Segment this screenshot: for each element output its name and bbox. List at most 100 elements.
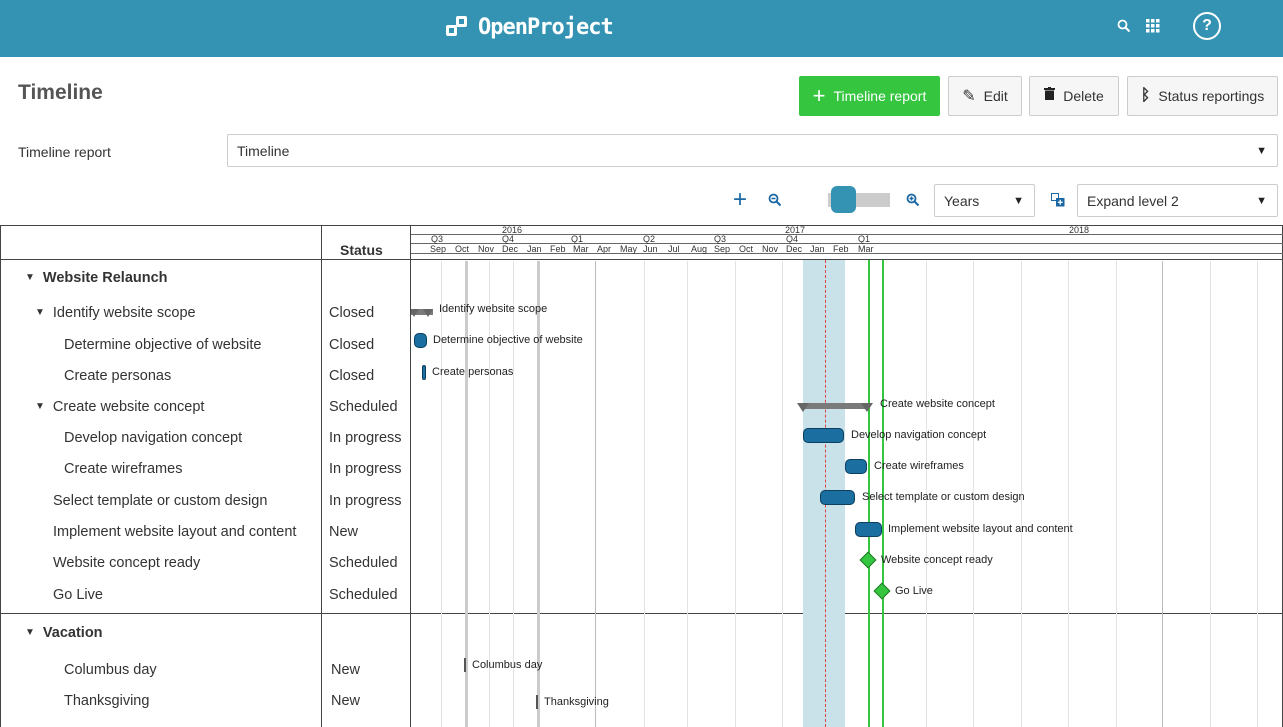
edit-button[interactable]: ✎ Edit [948,76,1022,116]
row-name: Create personas [64,367,172,384]
month-label: Dec [786,244,803,254]
group-bar-ends [411,309,433,317]
table-row[interactable]: Implement website layout and content New [0,516,410,547]
status-reporting-icon: ᛒ [1140,87,1151,104]
table-row[interactable]: Columbus day New [0,654,410,685]
zoom-scale-value: Years [944,192,980,209]
task-bar[interactable] [820,490,855,505]
collapse-triangle-icon[interactable]: ▼ [35,401,45,412]
month-label: Oct [739,244,754,254]
row-name: Determine objective of website [64,336,262,353]
quarter-label: Q4 [786,234,799,244]
event-bar[interactable] [536,695,538,709]
timeline-report-label: Timeline report [18,144,111,160]
collapse-triangle-icon[interactable]: ▼ [25,272,35,283]
quarter-label: Q2 [643,234,656,244]
help-icon[interactable]: ? [1193,12,1221,40]
row-status: Scheduled [329,398,398,415]
grid-icon[interactable] [1143,14,1163,38]
row-name: Go Live [53,586,103,603]
add-timeline-report-button[interactable]: + Timeline report [799,76,940,116]
table-row[interactable]: Thanksgiving New [0,685,410,716]
row-name: Select template or custom design [53,492,268,509]
timeline-table: Status ▼ Website Relaunch ▼ Identify websi… [0,225,1283,727]
bar-label: Columbus day [472,659,543,671]
task-bar[interactable] [855,522,882,537]
quarter-label: Q1 [858,234,871,244]
row-status: Scheduled [329,586,398,603]
quarter-label: Q3 [714,234,727,244]
row-status: Closed [329,304,375,321]
status-reportings-button[interactable]: ᛒ Status reportings [1127,76,1278,116]
top-header: OpenProject ? [0,0,1283,57]
table-row[interactable]: ▼ Identify website scope Closed [0,297,410,328]
search-icon[interactable] [1114,14,1134,38]
month-label: Sep [430,244,447,254]
bar-label: Create personas [432,366,514,378]
month-label: Jun [643,244,658,254]
status-reportings-label: Status reportings [1158,88,1265,104]
month-label: Feb [833,244,849,254]
row-status: Scheduled [329,554,398,571]
month-label: Aug [691,244,708,254]
chevron-down-icon: ▼ [1013,194,1024,207]
bar-label: Website concept ready [881,554,993,566]
task-bar[interactable] [414,333,427,348]
table-row[interactable]: Determine objective of website Closed [0,329,410,360]
zoom-scale-select[interactable]: Years ▼ [934,184,1035,217]
zoom-in-icon[interactable] [903,189,923,211]
event-bar[interactable] [464,658,466,672]
chevron-down-icon: ▼ [1256,194,1267,207]
timeline-report-value: Timeline [237,142,290,159]
bar-label: Develop navigation concept [851,429,987,441]
task-bar[interactable] [422,365,426,380]
add-icon[interactable]: + [730,186,750,213]
collapse-triangle-icon[interactable]: ▼ [25,627,35,638]
table-row[interactable]: Select template or custom design In prog… [0,485,410,516]
plus-icon: + [812,83,826,108]
month-label: Nov [478,244,495,254]
status-column-header[interactable]: Status [340,242,383,258]
delete-label: Delete [1063,88,1104,104]
milestone-diamond[interactable] [873,582,891,600]
table-row[interactable]: Website concept ready Scheduled [0,547,410,578]
bar-label: Select template or custom design [862,491,1025,503]
row-name: Create website concept [52,398,205,415]
table-row[interactable]: Go Live Scheduled [0,579,410,610]
table-row[interactable]: ▼ Website Relaunch [0,262,410,293]
page-title: Timeline [18,81,103,104]
month-label: May [620,244,638,254]
row-name: Thanksgiving [64,692,150,709]
task-bar[interactable] [845,459,867,474]
table-row[interactable]: Develop navigation concept In progress [0,422,410,453]
task-bar[interactable] [803,428,844,443]
logo-icon [446,14,470,40]
table-row[interactable]: ▼ Create website concept Scheduled [0,391,410,422]
month-label: Mar [573,244,589,254]
trash-icon [1044,87,1056,105]
delete-button[interactable]: Delete [1029,76,1119,116]
row-status: In progress [329,460,402,477]
timeline-report-select[interactable]: Timeline ▼ [227,134,1278,167]
openproject-logo[interactable]: OpenProject [446,14,614,40]
year-label: 2018 [1069,225,1090,235]
zoom-out-icon[interactable] [765,189,785,211]
month-label: Jan [810,244,825,254]
month-label: Jan [527,244,542,254]
table-row[interactable]: ▼ Vacation [0,617,410,648]
row-name: Implement website layout and content [53,523,297,540]
bar-label: Go Live [895,585,933,597]
table-row[interactable]: Create wireframes In progress [0,453,410,484]
zoom-slider-handle[interactable] [831,186,856,213]
collapse-triangle-icon[interactable]: ▼ [35,307,45,318]
row-name: Identify website scope [52,304,196,321]
gantt-chart[interactable]: 2016 2017 2018 Q3 Q4 Q1 Q2 Q3 Q4 Q1 Sep … [411,225,1283,727]
milestone-diamond[interactable] [859,551,877,569]
month-label: Jul [668,244,680,254]
add-timeline-report-label: Timeline report [833,88,927,104]
table-row[interactable]: Create personas Closed [0,360,410,391]
outline-expand-icon[interactable] [1048,190,1068,210]
logo-text: OpenProject [478,14,614,40]
row-name: Website Relaunch [42,269,168,286]
expand-level-select[interactable]: Expand level 2 ▼ [1077,184,1278,217]
